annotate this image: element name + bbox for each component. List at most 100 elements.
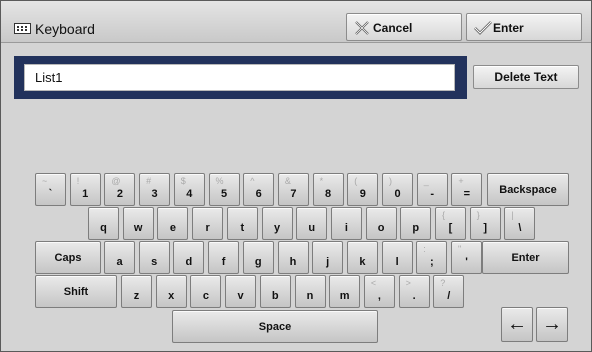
text-input[interactable]: List1 [24,64,455,91]
key-shift-glyph: ( [354,176,358,186]
key-backspace[interactable]: Backspace [487,173,569,206]
close-x-icon [355,21,369,35]
key-backslash[interactable]: | \ [504,207,536,240]
key-j[interactable]: j [312,241,344,274]
key-label: ← [507,312,527,335]
key-shift-glyph: ^ [250,176,255,186]
key-shift-glyph: & [284,176,291,186]
key-rbracket[interactable]: }] [469,207,501,240]
key-1[interactable]: ! 1 [69,173,101,206]
key-u[interactable]: u [296,207,328,240]
key-h[interactable]: h [277,241,309,274]
key-label: / [447,290,451,302]
key-k[interactable]: k [346,241,378,274]
key-shift-glyph: # [146,176,152,186]
key-space[interactable]: Space [172,310,378,343]
key-period[interactable]: >. [398,275,430,308]
key-r[interactable]: r [192,207,224,240]
key-label: 4 [186,188,193,200]
key-label: Backspace [499,183,557,196]
key-v[interactable]: v [225,275,257,308]
right-arrow-key[interactable]: → [536,307,568,342]
key-a[interactable]: a [104,241,135,274]
key-9[interactable]: (9 [347,173,379,206]
window-title: Keyboard [35,21,95,37]
key-q[interactable]: q [88,207,119,240]
key-label: s [151,256,158,268]
key-label: 6 [255,188,262,200]
key-l[interactable]: l [381,241,413,274]
key-label: 7 [290,188,297,200]
key-label: Shift [63,285,89,298]
keyboard-dialog: Keyboard Cancel Enter List1 Delete Text … [0,0,592,352]
key-shift-glyph: < [370,278,377,288]
title-bar: Keyboard Cancel Enter [1,1,591,43]
key-semicolon[interactable]: :; [416,241,448,274]
left-arrow-key[interactable]: ← [501,307,533,342]
key-p[interactable]: p [400,207,432,240]
key-shift[interactable]: Shift [35,275,117,308]
key-z[interactable]: z [121,275,152,308]
key-backtick[interactable]: ~ ` [35,173,66,206]
key-label: x [168,290,175,302]
key-m[interactable]: m [329,275,361,308]
key-label: o [377,222,385,234]
key-label: [ [448,222,453,234]
key-o[interactable]: o [365,207,397,240]
enter-button[interactable]: Enter [466,13,582,41]
key-caps[interactable]: Caps [35,241,101,274]
key-n[interactable]: n [294,275,326,308]
key-label: ` [48,188,53,200]
key-shift-glyph: * [319,176,324,186]
key-e[interactable]: e [157,207,189,240]
key-label: m [339,290,350,302]
key-label: r [205,222,210,234]
key-minus[interactable]: _ - [416,173,448,206]
key-y[interactable]: y [261,207,293,240]
key-comma[interactable]: <, [363,275,395,308]
key-label: Caps [54,251,82,264]
key-slash[interactable]: ? / [433,275,465,308]
key-6[interactable]: ^ 6 [243,173,275,206]
delete-text-button[interactable]: Delete Text [473,65,579,89]
cancel-button[interactable]: Cancel [346,13,462,41]
key-w[interactable]: w [122,207,154,240]
key-2[interactable]: @2 [104,173,136,206]
key-4[interactable]: $4 [173,173,205,206]
key-shift-glyph: | [511,210,514,220]
enter-label: Enter [493,21,524,35]
key-shift-glyph: > [405,278,411,288]
key-5[interactable]: % 5 [208,173,240,206]
key-shift-glyph: % [215,176,224,186]
key-label: n [306,290,314,302]
key-shift-glyph: ! [76,176,80,186]
key-7[interactable]: & 7 [277,173,309,206]
key-3[interactable]: #3 [139,173,171,206]
key-quote[interactable]: " ' [451,241,482,274]
key-label: ; [429,256,434,268]
key-g[interactable]: g [242,241,274,274]
key-label: i [344,222,348,234]
key-x[interactable]: x [155,275,187,308]
key-s[interactable]: s [138,241,170,274]
key-label: 3 [151,188,158,200]
key-equals[interactable]: + = [451,173,483,206]
key-lbracket[interactable]: {[ [435,207,466,240]
key-label: j [326,256,330,268]
key-enter[interactable]: Enter [482,241,569,274]
key-shift-glyph: $ [180,176,186,186]
key-label: z [133,290,140,302]
key-f[interactable]: f [208,241,240,274]
key-c[interactable]: c [190,275,222,308]
key-label: Space [258,320,292,333]
key-8[interactable]: * 8 [312,173,344,206]
key-shift-glyph: + [458,176,464,186]
key-0[interactable]: ) 0 [382,173,413,206]
key-b[interactable]: b [259,275,291,308]
key-t[interactable]: t [226,207,258,240]
key-label: → [542,312,562,335]
key-d[interactable]: d [173,241,205,274]
key-shift-glyph: _ [423,176,429,186]
key-i[interactable]: i [330,207,362,240]
key-label: 0 [394,188,401,200]
